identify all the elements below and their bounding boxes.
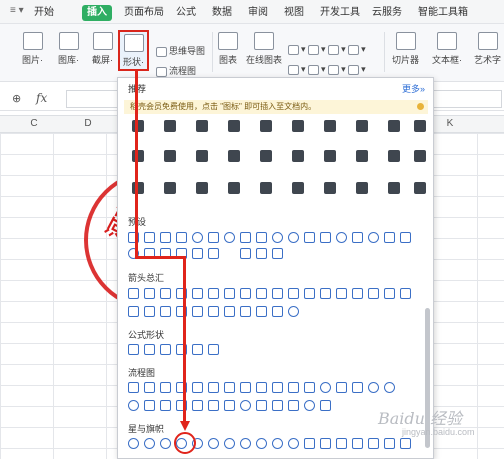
chart-types-row[interactable]: ▾ ▾ ▾ ▾ [288, 44, 366, 55]
tab-data[interactable]: 数据 [212, 5, 232, 21]
picture-button[interactable]: 图片· [22, 32, 43, 66]
tab-view[interactable]: 视图 [284, 5, 304, 21]
tab-cloud[interactable]: 云服务 [372, 5, 402, 21]
flowchart-shapes-row-2[interactable] [128, 400, 418, 412]
watermark-logo: Baidu 经验 [378, 409, 463, 428]
art-text-button[interactable]: 艺术字 [474, 32, 501, 66]
slicer-icon [395, 32, 416, 50]
toolbar-divider [212, 32, 213, 72]
tab-home[interactable]: 开始 [34, 5, 54, 21]
slicer-button[interactable]: 切片器 [392, 32, 419, 66]
picture-icon [22, 32, 43, 50]
tab-review[interactable]: 审阅 [248, 5, 268, 21]
toolbar-divider [384, 32, 385, 72]
annotation-highlight-circle [174, 432, 196, 454]
chart-icon [218, 32, 238, 50]
shapes-icon [123, 34, 144, 52]
recommended-icons-row-3[interactable] [132, 182, 426, 202]
watermark-url: jingyan.baidu.com [402, 427, 475, 437]
section-arrows: 箭头总汇 [128, 273, 165, 283]
online-chart-icon [254, 32, 274, 50]
annotation-arrowhead-icon [180, 421, 190, 431]
chart-button[interactable]: 图表 [218, 32, 238, 66]
flowchart-shapes-row-1[interactable] [128, 382, 418, 394]
gallery-icon [58, 32, 79, 50]
shapes-button[interactable]: 形状· [118, 30, 149, 71]
recommended-icons-row-2[interactable] [132, 150, 426, 170]
insert-toolbar: 图片· 图库· 截屏· 形状· 思维导图 流程图 图表 在线图表 ▾ ▾ ▾ ▾… [0, 24, 504, 82]
menu-dropdown-icon[interactable]: ≡ ▾ [10, 5, 24, 16]
star-shapes-row-1[interactable] [128, 438, 418, 450]
art-text-icon [477, 32, 498, 50]
fx-label[interactable]: fx [36, 91, 47, 105]
online-chart-button[interactable]: 在线图表 [246, 32, 282, 66]
more-link[interactable]: 更多» [402, 82, 425, 95]
textbox-button[interactable]: 文本框· [432, 32, 462, 66]
tab-developer[interactable]: 开发工具 [320, 5, 360, 21]
column-header-c[interactable]: C [24, 118, 44, 129]
screenshot-button[interactable]: 截屏· [92, 32, 113, 66]
mindmap-button[interactable]: 思维导图 [156, 44, 205, 57]
tab-insert[interactable]: 插入 [82, 5, 112, 21]
tab-formulas[interactable]: 公式 [176, 5, 196, 21]
notice-close-icon[interactable] [417, 103, 424, 110]
member-notice: 稻壳会员免费使用，点击 "图标" 即可插入至文档内。 [124, 100, 428, 114]
zoom-icon[interactable]: ⊕ [12, 92, 21, 105]
arrow-shapes-row-2[interactable] [128, 306, 328, 318]
flowchart-button[interactable]: 流程图 [156, 64, 196, 77]
column-header-d[interactable]: D [78, 118, 98, 129]
annotation-arrow-line [183, 256, 186, 422]
chart-types-row-2[interactable]: ▾ ▾ ▾ ▾ [288, 64, 366, 75]
screenshot-icon [92, 32, 113, 50]
annotation-arrow-line [135, 256, 185, 259]
mindmap-icon [156, 46, 167, 57]
section-stars-banners: 星与旗帜 [128, 424, 165, 434]
shapes-dropdown-panel: 推荐 更多» 稻壳会员免费使用，点击 "图标" 即可插入至文档内。 预设 箭头总… [117, 77, 434, 459]
arrow-shapes-row-1[interactable] [128, 288, 418, 300]
formula-shapes-row[interactable] [128, 344, 248, 356]
textbox-icon [437, 32, 457, 50]
flowchart-icon [156, 66, 167, 77]
preset-shapes-row-1[interactable] [128, 232, 418, 244]
section-formula-shapes: 公式形状 [128, 330, 165, 340]
annotation-arrow-line [135, 70, 138, 258]
section-flowchart: 流程图 [128, 368, 156, 378]
tab-smart-toolbox[interactable]: 智能工具箱 [418, 5, 468, 21]
gallery-button[interactable]: 图库· [58, 32, 79, 66]
tab-page-layout[interactable]: 页面布局 [124, 5, 164, 21]
recommended-icons-row-1[interactable] [132, 120, 426, 140]
ribbon-tab-bar: ≡ ▾ 开始 插入 页面布局 公式 数据 审阅 视图 开发工具 云服务 智能工具… [0, 0, 504, 24]
column-header-k[interactable]: K [440, 118, 460, 129]
